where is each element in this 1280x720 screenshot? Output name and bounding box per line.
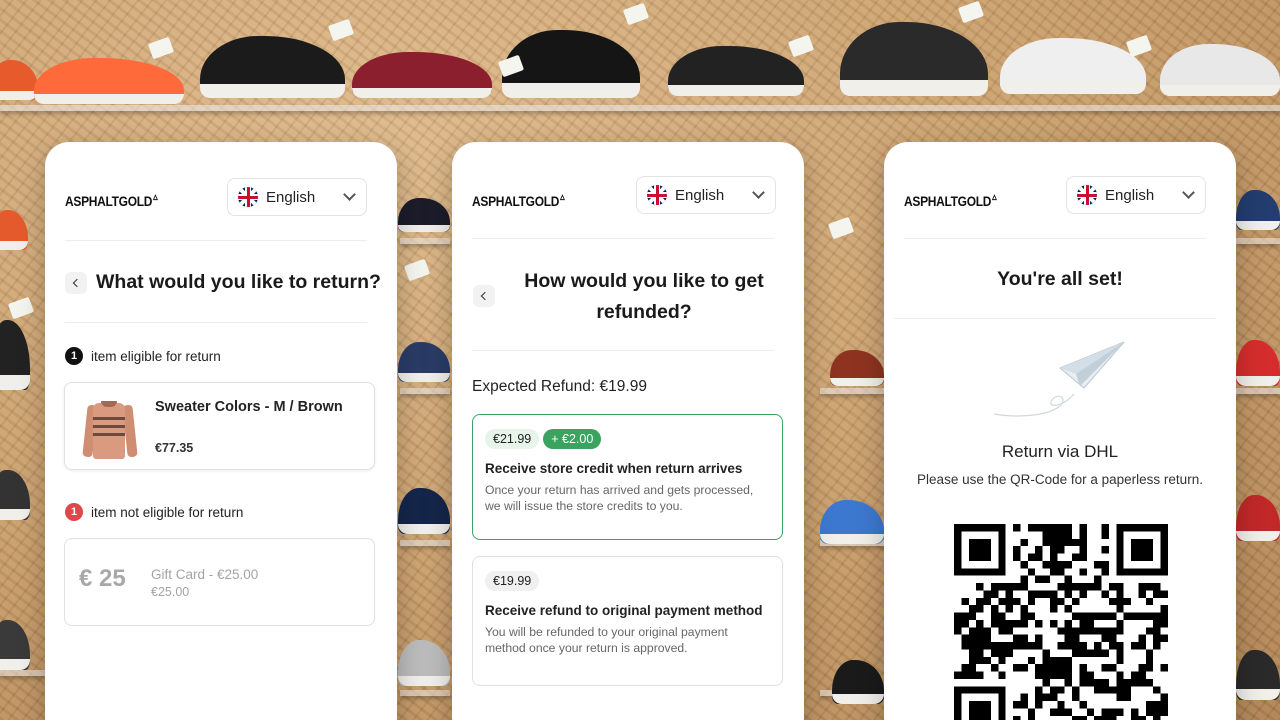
language-selector[interactable]: English (227, 178, 367, 216)
brand-logo: ASPHALTGOLD▵ (472, 190, 565, 210)
eligible-item-card[interactable]: Sweater Colors - M / Brown €77.35 (64, 382, 375, 470)
qr-code (954, 524, 1168, 720)
page-title: You're all set! (997, 268, 1123, 290)
chevron-left-icon (480, 291, 490, 301)
amount-pill: €21.99 (485, 429, 540, 449)
option-description: Once your return has arrived and gets pr… (485, 483, 754, 513)
uk-flag-icon (647, 185, 667, 205)
option-title: Receive store credit when return arrives (485, 461, 743, 476)
divider (65, 240, 367, 241)
confirmation-screen: ASPHALTGOLD▵ English You're all set! Ret… (884, 142, 1236, 720)
gift-card-thumbnail: € 25 (79, 565, 126, 592)
item-name: Gift Card - €25.00 (151, 567, 259, 582)
option-description: You will be refunded to your original pa… (485, 625, 728, 655)
item-price: €25.00 (151, 585, 190, 599)
chevron-down-icon (1182, 186, 1195, 199)
original-payment-option[interactable]: €19.99 Receive refund to original paymen… (472, 556, 783, 686)
page-title: How would you like to get refunded? (524, 270, 764, 323)
back-button[interactable] (65, 272, 87, 294)
return-carrier-subtitle: Please use the QR-Code for a paperless r… (917, 472, 1203, 487)
ineligible-item-card: € 25 Gift Card - €25.00 €25.00 (64, 538, 375, 626)
divider (65, 322, 367, 323)
return-carrier-title: Return via DHL (1001, 442, 1119, 461)
divider (472, 350, 774, 351)
chevron-down-icon (752, 186, 765, 199)
refund-method-screen: ASPHALTGOLD▵ English How would you like … (452, 142, 804, 720)
divider (904, 238, 1206, 239)
sweater-thumbnail (82, 399, 138, 461)
chevron-down-icon (343, 188, 356, 201)
language-label: English (266, 188, 316, 206)
uk-flag-icon (1077, 185, 1097, 205)
paper-plane-icon (993, 341, 1125, 417)
brand-logo: ASPHALTGOLD▵ (65, 190, 158, 210)
bonus-pill: + €2.00 (543, 429, 602, 449)
language-label: English (675, 186, 725, 204)
not-eligible-section-label: 1 item not eligible for return (65, 503, 243, 521)
page-title: What would you like to return? (96, 271, 381, 293)
language-label: English (1105, 186, 1155, 204)
option-title: Receive refund to original payment metho… (485, 603, 763, 618)
not-eligible-count-badge: 1 (65, 503, 83, 521)
uk-flag-icon (238, 187, 258, 207)
brand-logo: ASPHALTGOLD▵ (904, 190, 997, 210)
back-button[interactable] (473, 285, 495, 307)
item-price: €77.35 (155, 441, 194, 455)
language-selector[interactable]: English (1066, 176, 1206, 214)
chevron-left-icon (72, 278, 82, 288)
language-selector[interactable]: English (636, 176, 776, 214)
expected-refund: Expected Refund: €19.99 (472, 378, 647, 395)
amount-pill: €19.99 (485, 571, 540, 591)
store-credit-option[interactable]: €21.99 + €2.00 Receive store credit when … (472, 414, 783, 540)
return-items-screen: ASPHALTGOLD▵ English What would you like… (45, 142, 397, 720)
eligible-section-label: 1 item eligible for return (65, 347, 221, 365)
item-name: Sweater Colors - M / Brown (155, 399, 343, 415)
divider (894, 318, 1216, 319)
eligible-count-badge: 1 (65, 347, 83, 365)
divider (472, 238, 774, 239)
